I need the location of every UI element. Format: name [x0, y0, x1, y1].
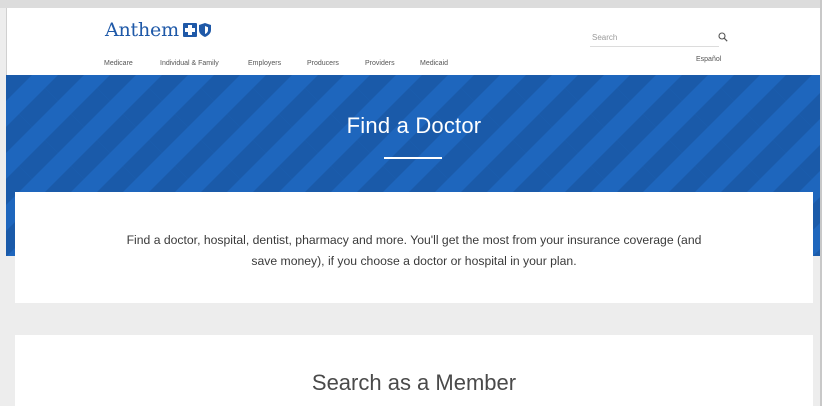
language-link[interactable]: Español: [696, 56, 721, 63]
browser-top-strip: [0, 0, 822, 8]
blue-shield-icon: [198, 23, 211, 37]
member-search-heading: Search as a Member: [311, 370, 517, 395]
nav-item-individual-family[interactable]: Individual & Family: [160, 60, 219, 67]
intro-text: Find a doctor, hospital, dentist, pharma…: [55, 230, 773, 272]
nav-item-medicaid[interactable]: Medicaid: [420, 60, 448, 67]
blue-cross-icon: [182, 23, 197, 37]
logo-marks: [182, 23, 211, 37]
anthem-logo[interactable]: Anthem: [105, 19, 211, 41]
search-input[interactable]: [590, 28, 719, 47]
title-underline: [384, 157, 442, 159]
intro-card: Find a doctor, hospital, dentist, pharma…: [15, 192, 813, 303]
member-search-card: Search as a Member: [15, 335, 813, 406]
intro-line-2: save money), if you choose a doctor or h…: [251, 254, 577, 268]
nav-item-employers[interactable]: Employers: [248, 60, 281, 67]
nav-item-medicare[interactable]: Medicare: [104, 60, 133, 67]
logo-text: Anthem: [105, 19, 179, 41]
main-nav: Medicare Individual & Family Employers P…: [7, 56, 822, 72]
search-icon[interactable]: [718, 32, 728, 42]
intro-line-1: Find a doctor, hospital, dentist, pharma…: [126, 233, 702, 247]
nav-item-providers[interactable]: Providers: [365, 60, 395, 67]
nav-item-producers[interactable]: Producers: [307, 60, 339, 67]
page: Anthem Medicare Individual & Family: [0, 0, 822, 406]
site-header: Anthem Medicare Individual & Family: [6, 8, 822, 75]
page-title: Find a Doctor: [346, 113, 482, 138]
